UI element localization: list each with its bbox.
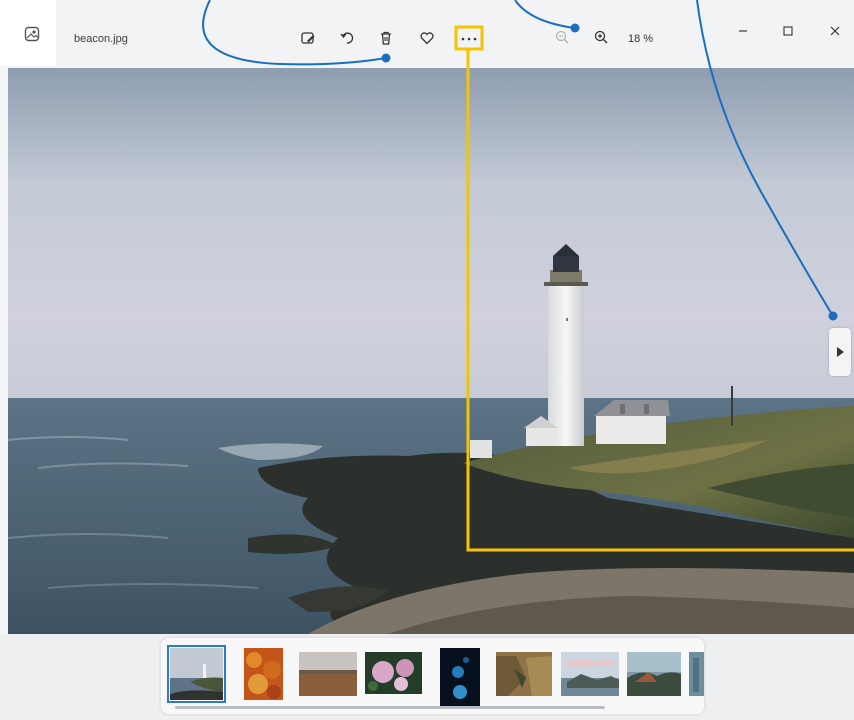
- thumbnail-partial-image: [689, 652, 704, 696]
- maximize-icon: [783, 26, 793, 36]
- more-options-button[interactable]: [458, 27, 480, 49]
- more-options-icon: [461, 37, 477, 41]
- app-icon-area[interactable]: [0, 0, 56, 66]
- thumbnail-autumn-leaves[interactable]: [244, 648, 283, 700]
- thumbnail-sunset-field[interactable]: [299, 648, 357, 700]
- thumbnail-rocky-canyon[interactable]: [496, 648, 552, 700]
- next-photo-button[interactable]: [829, 328, 851, 376]
- thumbnail-jellyfish[interactable]: [440, 648, 480, 706]
- thumbnail-autumn-leaves-image: [244, 648, 283, 700]
- thumbnail-coastal-clouds-image: [561, 652, 619, 696]
- thumbnail-hydrangea[interactable]: [365, 648, 422, 700]
- main-photo: [8, 68, 854, 634]
- delete-icon: [381, 31, 391, 45]
- minimize-button[interactable]: [730, 20, 756, 42]
- title-bar: beacon.jpg 18 %: [0, 0, 854, 68]
- thumbnail-hydrangea-image: [365, 652, 422, 694]
- rotate-icon: [340, 32, 354, 44]
- delete-button[interactable]: [375, 27, 397, 49]
- close-button[interactable]: [822, 20, 848, 42]
- zoom-level[interactable]: 18 %: [628, 33, 653, 45]
- close-icon: [830, 26, 840, 36]
- thumbnail-coast-cliffs[interactable]: [627, 648, 681, 700]
- lighthouse-seascape-image: [8, 68, 854, 634]
- thumbnail-coast-cliffs-image: [627, 652, 681, 696]
- thumbnail-beacon-image: [170, 648, 223, 700]
- photos-app-window: beacon.jpg 18 %: [0, 0, 854, 720]
- thumbnail-jellyfish-image: [440, 648, 480, 706]
- thumbnail-beacon[interactable]: [167, 645, 226, 703]
- thumbnail-partial[interactable]: [689, 648, 704, 700]
- photos-app-icon: [24, 26, 40, 42]
- zoom-in-icon: [594, 30, 608, 44]
- zoom-out-button[interactable]: [551, 26, 573, 48]
- thumbnail-rocky-canyon-image: [496, 652, 552, 696]
- filmstrip-scrollbar[interactable]: [175, 706, 605, 709]
- rotate-button[interactable]: [336, 27, 358, 49]
- favorite-button[interactable]: [416, 27, 438, 49]
- minimize-icon: [739, 30, 747, 32]
- heart-icon: [420, 32, 434, 45]
- edit-image-icon: [301, 32, 315, 44]
- file-name: beacon.jpg: [74, 33, 128, 45]
- zoom-in-button[interactable]: [590, 26, 612, 48]
- thumbnail-coastal-clouds[interactable]: [561, 648, 619, 700]
- filmstrip: [161, 638, 704, 714]
- play-next-icon: [837, 347, 844, 357]
- thumbnail-sunset-field-image: [299, 652, 357, 696]
- maximize-button[interactable]: [775, 20, 801, 42]
- zoom-out-icon: [555, 30, 569, 44]
- edit-image-button[interactable]: [297, 27, 319, 49]
